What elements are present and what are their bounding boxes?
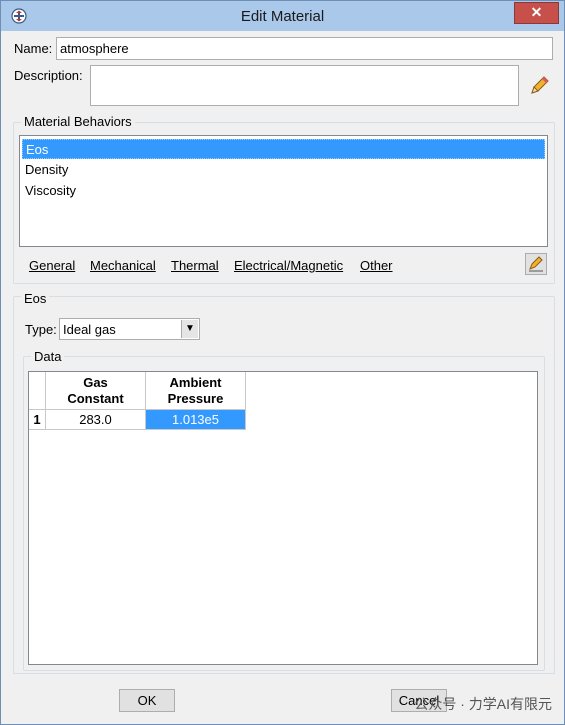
name-field[interactable]: atmosphere: [56, 37, 553, 60]
eos-group-label: Eos: [21, 291, 50, 306]
data-table[interactable]: Gas Constant Ambient Pressure 1 283.0 1.…: [28, 371, 538, 665]
menu-general[interactable]: General: [29, 258, 75, 273]
edit-description-pencil-icon[interactable]: [528, 75, 550, 97]
behavior-item-viscosity[interactable]: Viscosity: [22, 181, 545, 201]
watermark: 公众号 · 力学AI有限元: [414, 696, 552, 712]
type-label: Type:: [25, 322, 57, 337]
column-header-line: Constant: [67, 391, 124, 406]
behavior-item-density[interactable]: Density: [22, 160, 545, 180]
menu-thermal[interactable]: Thermal: [171, 258, 219, 273]
behaviors-list[interactable]: Eos Density Viscosity: [19, 135, 548, 247]
eraser-pencil-icon: [529, 256, 543, 272]
menu-mechanical[interactable]: Mechanical: [90, 258, 156, 273]
edit-material-dialog: Edit Material ✕ Name: atmosphere Descrip…: [0, 0, 565, 725]
description-field[interactable]: [90, 65, 519, 106]
delete-behavior-button[interactable]: [525, 253, 547, 275]
behavior-menu-bar: General Mechanical Thermal Electrical/Ma…: [18, 252, 518, 276]
column-header-ambient-pressure[interactable]: Ambient Pressure: [146, 372, 246, 410]
description-label: Description:: [14, 68, 83, 83]
data-group-label: Data: [31, 349, 65, 364]
title-bar[interactable]: Edit Material ✕: [1, 1, 564, 31]
cell-ambient-pressure[interactable]: 1.013e5: [146, 410, 246, 430]
menu-other[interactable]: Other: [360, 258, 393, 273]
type-select-value: Ideal gas: [63, 322, 116, 337]
menu-electrical-magnetic[interactable]: Electrical/Magnetic: [234, 258, 343, 273]
cell-gas-constant[interactable]: 283.0: [46, 410, 146, 430]
name-value: atmosphere: [60, 41, 129, 56]
ok-button[interactable]: OK: [119, 689, 175, 712]
name-label: Name:: [14, 41, 53, 56]
chevron-down-icon[interactable]: ▼: [181, 320, 198, 338]
column-header-line: Pressure: [167, 391, 224, 406]
behavior-item-eos[interactable]: Eos: [22, 139, 545, 159]
column-header-line: Gas: [83, 375, 108, 390]
close-button[interactable]: ✕: [514, 2, 559, 24]
close-icon: ✕: [530, 4, 543, 20]
row-header-1[interactable]: 1: [29, 410, 46, 430]
table-corner: [29, 372, 46, 410]
type-select[interactable]: Ideal gas ▼: [59, 318, 200, 340]
window-title: Edit Material: [240, 8, 325, 25]
material-behaviors-label: Material Behaviors: [21, 114, 135, 129]
column-header-line: Ambient: [169, 375, 222, 390]
column-header-gas-constant[interactable]: Gas Constant: [46, 372, 146, 410]
